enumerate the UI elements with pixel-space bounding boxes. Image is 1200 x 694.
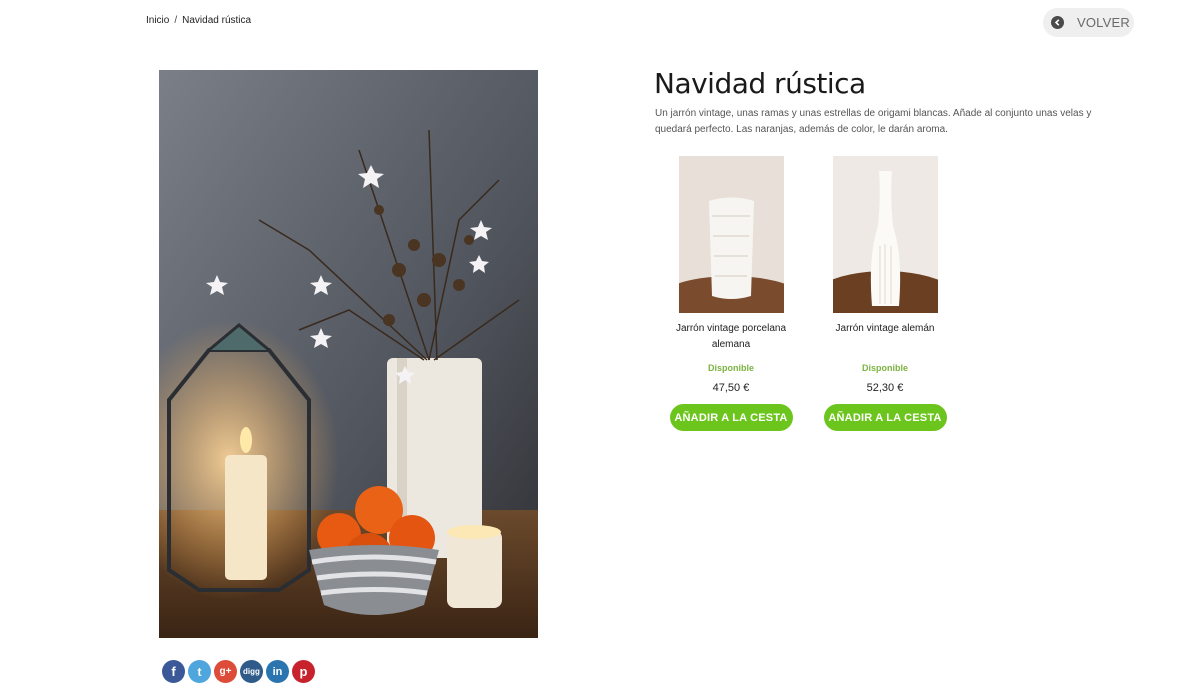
article-description: Un jarrón vintage, unas ramas y unas est… bbox=[655, 108, 1092, 135]
breadcrumb-current: Navidad rústica bbox=[182, 15, 252, 26]
product-image[interactable] bbox=[678, 156, 784, 313]
twitter-icon[interactable]: t bbox=[188, 660, 211, 683]
product-price: 47,50 € bbox=[712, 382, 750, 394]
hero-image bbox=[159, 70, 538, 638]
share-bar: f t g+ digg in p bbox=[162, 660, 315, 683]
product-price: 52,30 € bbox=[866, 382, 904, 394]
back-button[interactable]: VOLVER bbox=[1043, 8, 1134, 37]
facebook-icon[interactable]: f bbox=[162, 660, 185, 683]
pinterest-icon[interactable]: p bbox=[292, 660, 315, 683]
breadcrumb: Inicio / Navidad rústica bbox=[146, 15, 251, 26]
digg-icon[interactable]: digg bbox=[240, 660, 263, 683]
add-to-cart-button[interactable]: AÑADIR A LA CESTA bbox=[823, 404, 947, 431]
add-to-cart-button[interactable]: AÑADIR A LA CESTA bbox=[669, 404, 793, 431]
page-title: Navidad rústica bbox=[654, 67, 866, 100]
product-image[interactable] bbox=[832, 156, 938, 313]
linkedin-icon[interactable]: in bbox=[266, 660, 289, 683]
availability-badge: Disponible bbox=[707, 363, 754, 373]
availability-badge: Disponible bbox=[861, 363, 908, 373]
back-button-label: VOLVER bbox=[1077, 15, 1130, 30]
product-card: Jarrón vintage porcelana alemana Disponi… bbox=[669, 156, 793, 431]
product-name[interactable]: Jarrón vintage alemán bbox=[823, 321, 947, 353]
product-name[interactable]: Jarrón vintage porcelana alemana bbox=[669, 321, 793, 353]
googleplus-icon[interactable]: g+ bbox=[214, 660, 237, 683]
breadcrumb-home-link[interactable]: Inicio bbox=[146, 15, 169, 26]
chevron-left-icon bbox=[1051, 16, 1064, 29]
breadcrumb-separator: / bbox=[174, 15, 178, 26]
product-card: Jarrón vintage alemán Disponible 52,30 €… bbox=[823, 156, 947, 431]
